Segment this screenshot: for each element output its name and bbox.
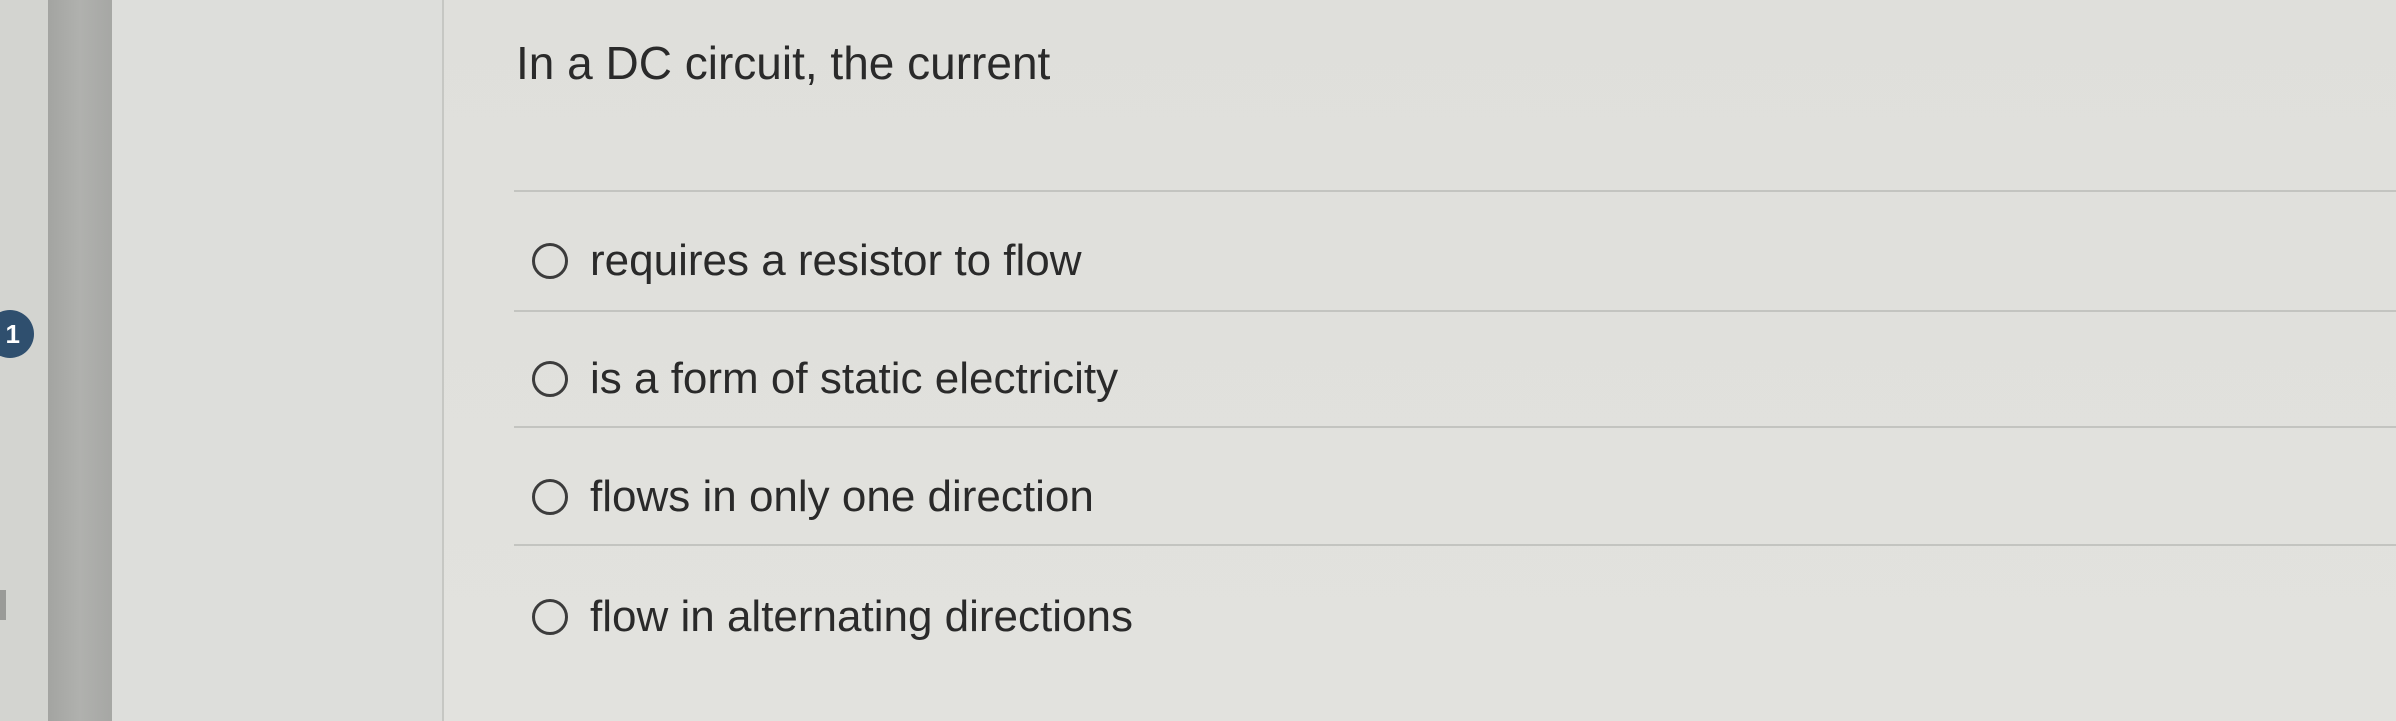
- radio-button[interactable]: [532, 599, 568, 635]
- divider: [514, 310, 2396, 312]
- answer-option-1[interactable]: requires a resistor to flow: [532, 236, 1082, 286]
- radio-button[interactable]: [532, 243, 568, 279]
- answer-option-3[interactable]: flows in only one direction: [532, 472, 1094, 522]
- answer-option-2[interactable]: is a form of static electricity: [532, 354, 1118, 404]
- question-number-badge[interactable]: 1: [0, 310, 34, 358]
- side-panel: [112, 0, 442, 721]
- radio-button[interactable]: [532, 479, 568, 515]
- answer-option-label[interactable]: requires a resistor to flow: [590, 236, 1082, 286]
- answer-option-label[interactable]: flows in only one direction: [590, 472, 1094, 522]
- divider: [514, 544, 2396, 546]
- answer-option-4[interactable]: flow in alternating directions: [532, 592, 1133, 642]
- answer-option-label[interactable]: flow in alternating directions: [590, 592, 1133, 642]
- question-area: In a DC circuit, the current requires a …: [444, 0, 2396, 721]
- radio-button[interactable]: [532, 361, 568, 397]
- question-text: In a DC circuit, the current: [516, 37, 1051, 89]
- divider: [514, 190, 2396, 192]
- edge-marker: [0, 590, 6, 620]
- left-edge: 1: [0, 0, 48, 721]
- answer-option-label[interactable]: is a form of static electricity: [590, 354, 1118, 404]
- quiz-screen: 1 In a DC circuit, the current requires …: [0, 0, 2396, 721]
- divider: [514, 426, 2396, 428]
- left-navigation-bar: [48, 0, 112, 721]
